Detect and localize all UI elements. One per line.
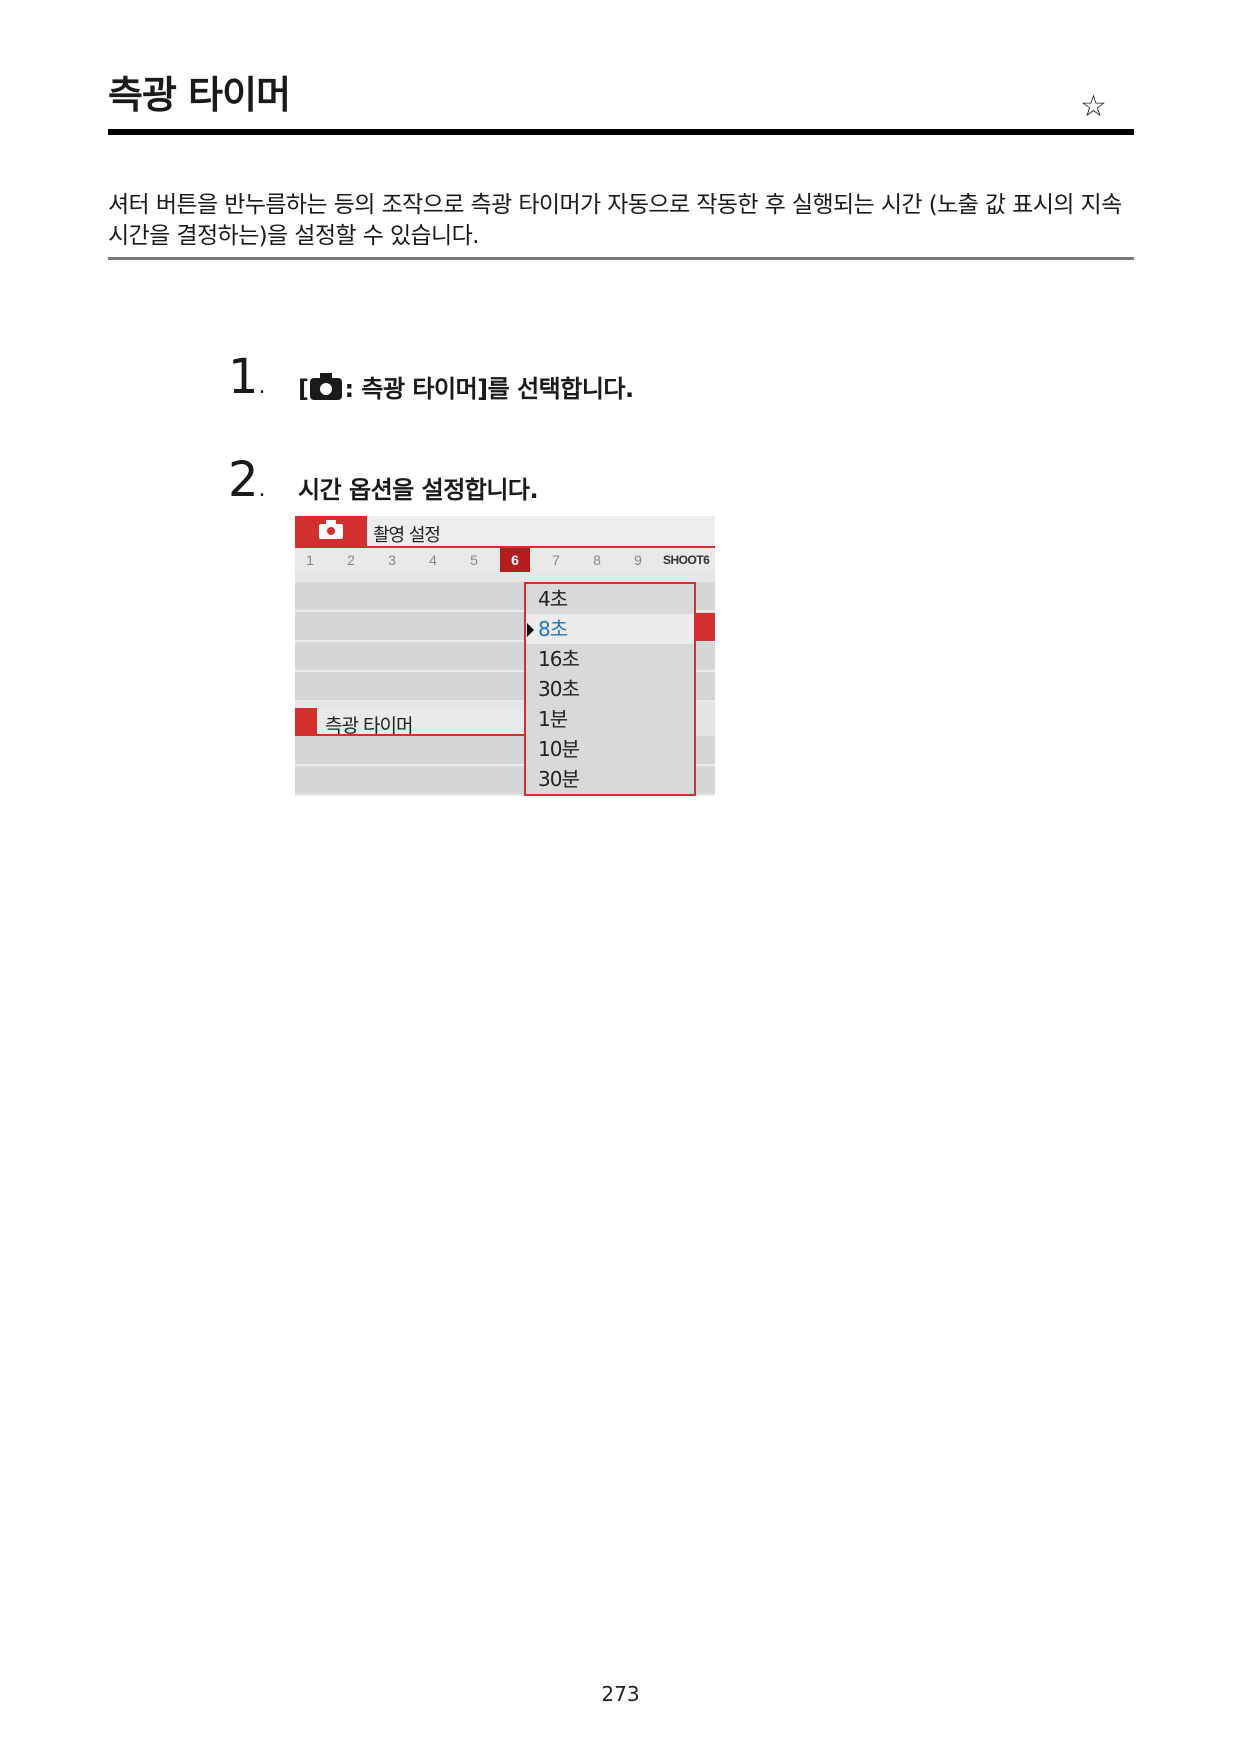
menu-tab: 2: [347, 552, 355, 568]
menu-page-label: SHOOT6: [663, 553, 710, 567]
menu-title: 촬영 설정: [373, 525, 441, 546]
step-1-text: [: 측광 타이머]를 선택합니다.: [298, 373, 634, 403]
step-1-number: 1.: [228, 349, 266, 405]
page-title: 측광 타이머: [108, 73, 291, 117]
intro-text: 셔터 버튼을 반누름하는 등의 조작으로 측광 타이머가 자동으로 작동한 후 …: [108, 192, 1122, 249]
menu-item-metering-timer: 측광 타이머: [325, 715, 413, 737]
camera-menu-screenshot: 촬영 설정 1 2 3 4 5 6 7 8 9 SHOOT6 측광 타이머 4초…: [295, 516, 715, 796]
step-2-text: 시간 옵션을 설정합니다.: [298, 476, 539, 504]
option-item: 1분: [538, 707, 568, 731]
scroll-marker: [696, 613, 715, 641]
menu-tab: 1: [306, 552, 314, 568]
option-item: 10분: [538, 737, 580, 761]
menu-tab: 9: [634, 552, 642, 568]
menu-tab: 4: [429, 552, 437, 568]
intro-divider: [108, 257, 1134, 260]
menu-tab: 3: [388, 552, 396, 568]
menu-tab: 8: [593, 552, 601, 568]
step-2-number: 2.: [228, 452, 266, 508]
option-item: 16초: [538, 647, 580, 671]
option-item: 30초: [538, 677, 580, 701]
option-dropdown: 4초 8초 16초 30초 1분 10분 30분: [524, 582, 696, 796]
camera-icon: [310, 373, 343, 400]
menu-tab: 7: [552, 552, 560, 568]
star-icon: ☆: [1080, 89, 1107, 124]
pointer-icon: [527, 623, 534, 637]
option-item-current: 8초: [538, 617, 568, 641]
title-divider: [108, 129, 1134, 135]
option-item: 30분: [538, 767, 580, 791]
menu-tab-active: 6: [500, 548, 530, 572]
camera-icon: [319, 520, 343, 539]
option-item: 4초: [538, 587, 568, 611]
menu-tab: 5: [470, 552, 478, 568]
menu-tab-strip: 1 2 3 4 5 6 7 8 9 SHOOT6: [295, 548, 715, 572]
page-number: 273: [601, 1682, 640, 1706]
shooting-tab: [295, 516, 367, 546]
selection-marker: [295, 708, 317, 736]
